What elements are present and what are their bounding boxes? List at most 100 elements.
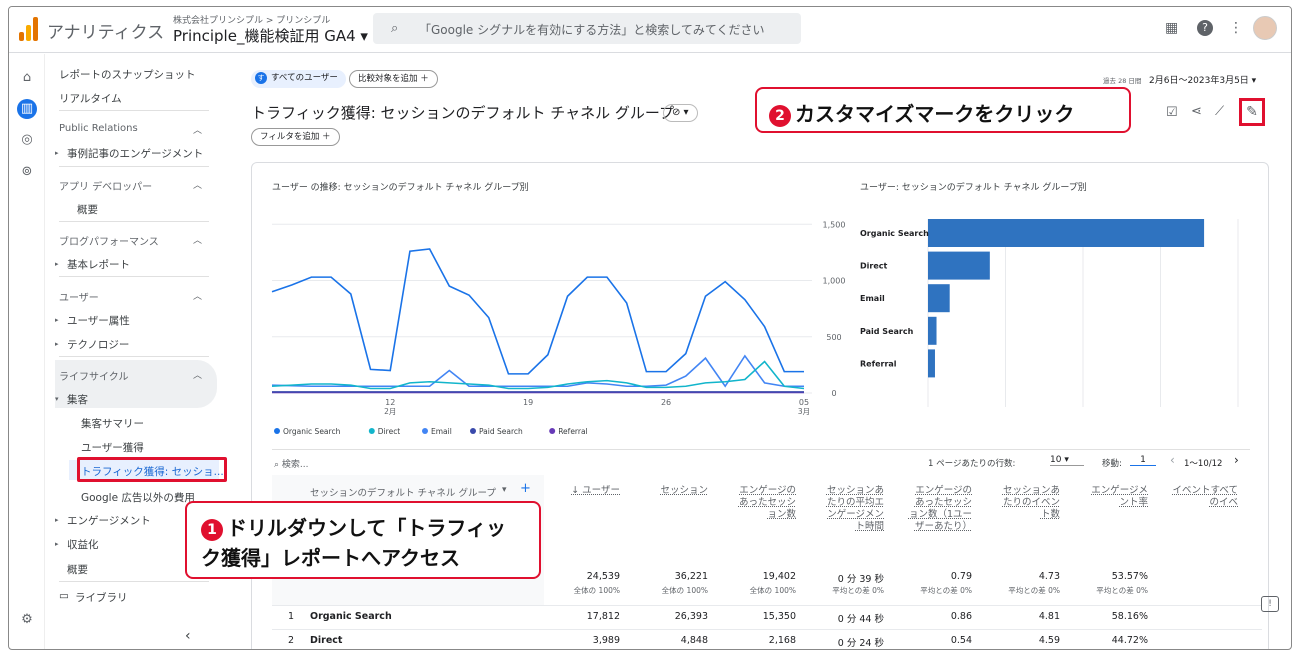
column-header[interactable]: エンゲージメント率 [1082, 485, 1148, 509]
chevron-up-icon[interactable]: ︿ [193, 233, 202, 246]
series-line [271, 248, 804, 375]
help-icon[interactable]: ? [1197, 20, 1213, 36]
dropdown-icon[interactable]: ▾ [502, 485, 507, 495]
add-dimension-button[interactable]: + [520, 481, 531, 496]
column-header[interactable]: イベントすべてのイベ [1172, 485, 1238, 509]
nav-engagement[interactable]: エンゲージメント [67, 513, 151, 528]
add-comparison-button[interactable]: 比較対象を追加 ＋ [349, 70, 438, 88]
nav-section-user[interactable]: ユーザー [59, 289, 99, 304]
reports-icon[interactable]: ▥ [17, 99, 37, 119]
legend-dot [368, 428, 375, 434]
column-header[interactable]: ↓ ユーザー [554, 485, 620, 497]
row-value: 58.16% [1111, 611, 1148, 622]
property-selector[interactable]: Principle_機能検証用 GA4 ▾ [173, 25, 368, 46]
avatar[interactable] [1253, 16, 1277, 40]
apps-grid-icon[interactable]: ▦ [1165, 20, 1178, 36]
row-value: 0 分 44 秒 [837, 614, 884, 625]
title-status-chip[interactable]: ⊘ ▾ [663, 104, 698, 122]
segment-chip[interactable]: すすべてのユーザー [251, 70, 346, 88]
nav-item[interactable]: ユーザー属性 [67, 313, 130, 328]
total-value: 0.79 [950, 571, 972, 582]
column-header[interactable]: セッションあたりの平均エンゲージメント時間 [818, 485, 884, 533]
add-filter-button[interactable]: フィルタを追加 ＋ [251, 128, 340, 146]
line-chart: 1,500 1,000 500 0 12 19 26 05 2月 3月 Organic Search… [271, 220, 845, 436]
row-value: 26,393 [674, 611, 708, 622]
nav-item[interactable]: 概要 [77, 202, 98, 217]
callout-step-2: 2 カスタマイズマークをクリック [755, 87, 1131, 133]
prev-page-icon[interactable]: ‹ [1170, 453, 1175, 467]
x-tick-label: 26 [661, 398, 671, 407]
bar [928, 219, 1205, 247]
expand-icon[interactable]: ▸ [55, 260, 59, 268]
pencil-icon[interactable]: ✎ [1239, 98, 1265, 126]
next-page-icon[interactable]: › [1234, 453, 1239, 467]
expand-icon[interactable]: ▸ [55, 340, 59, 348]
nav-section-blog[interactable]: ブログパフォーマンス [59, 233, 159, 248]
row-dimension[interactable]: Direct [310, 635, 342, 646]
more-vert-icon[interactable]: ⋮ [1229, 20, 1243, 36]
dimension-header[interactable]: セッションのデフォルト チャネル グループ [310, 485, 496, 499]
total-sub: 平均との差 0% [1008, 586, 1060, 595]
folder-icon[interactable]: ▭ [59, 590, 69, 602]
date-range-picker[interactable]: 2月6日～2023年3月5日 ▾ [1149, 73, 1256, 86]
column-header[interactable]: セッションあたりのイベント数 [994, 485, 1060, 521]
expand-icon[interactable]: ▸ [55, 540, 59, 548]
column-header[interactable]: エンゲージのあったセッション数（1ユーザーあたり） [906, 485, 972, 533]
legend-dot [549, 428, 556, 434]
category-label: Email [860, 294, 885, 303]
segment-icon: す [255, 72, 267, 84]
nav-library[interactable]: ライブラリ [75, 590, 128, 605]
collapse-icon[interactable]: ▾ [55, 395, 59, 403]
category-label: Direct [860, 262, 887, 271]
step-number: 2 [769, 104, 791, 127]
search-box[interactable]: ⌕ 「Google シグナルを有効にする方法」と検索してみてください [373, 13, 801, 44]
segment-label: すべてのユーザー [271, 73, 338, 83]
goto-input[interactable]: 1 [1130, 455, 1156, 466]
insights-icon[interactable]: ⟋ [1215, 104, 1224, 119]
column-header[interactable]: セッション [642, 485, 708, 497]
home-icon[interactable]: ⌂ [17, 68, 37, 88]
row-dimension[interactable]: Organic Search [310, 611, 392, 622]
expand-icon[interactable]: ▸ [55, 316, 59, 324]
divider [59, 110, 209, 111]
x-tick-label: 05 [799, 398, 809, 407]
expand-icon[interactable]: ▸ [55, 516, 59, 524]
nav-acq-summary[interactable]: 集客サマリー [81, 416, 144, 431]
x-tick-sublabel: 3月 [798, 407, 810, 416]
gear-icon[interactable]: ⚙ [17, 610, 37, 630]
customize-report-icon[interactable]: ☑ [1166, 105, 1178, 120]
nav-section-pr[interactable]: Public Relations [59, 123, 138, 134]
y-tick-label: 0 [831, 389, 836, 398]
chevron-up-icon[interactable]: ︿ [193, 289, 202, 302]
table-search[interactable]: ⌕ 検索... [274, 457, 309, 470]
nav-item-acquisition[interactable]: 集客 [67, 392, 88, 407]
collapse-nav-icon[interactable]: ‹ [185, 628, 191, 644]
nav-overview[interactable]: 概要 [67, 562, 88, 577]
total-sub: 平均との差 0% [832, 586, 884, 595]
nav-section-appdev[interactable]: アプリ デベロッパー [59, 178, 152, 193]
nav-user-acq[interactable]: ユーザー獲得 [81, 440, 144, 455]
chevron-up-icon[interactable]: ︿ [193, 368, 202, 381]
nav-item[interactable]: 基本レポート [67, 257, 130, 272]
feedback-icon[interactable]: ! [1261, 596, 1279, 612]
column-header[interactable]: エンゲージのあったセッション数 [730, 485, 796, 521]
nav-item[interactable]: 事例記事のエンゲージメント [67, 146, 203, 161]
nav-realtime[interactable]: リアルタイム [59, 91, 122, 106]
advertising-icon[interactable]: ⊚ [17, 162, 37, 182]
row-value: 0.54 [950, 635, 972, 646]
row-index: 1 [288, 611, 295, 622]
nav-snapshot[interactable]: レポートのスナップショット [59, 67, 196, 82]
rows-per-page-select[interactable]: 10 ▾ [1050, 455, 1084, 466]
share-icon[interactable]: ⋖ [1191, 104, 1202, 119]
nav-non-google-cost[interactable]: Google 広告以外の費用 [81, 490, 195, 505]
nav-monetization[interactable]: 収益化 [67, 537, 99, 552]
table-row[interactable]: 1 Organic Search 17,812 26,393 15,350 0 分 44 … [272, 605, 1262, 629]
chevron-up-icon[interactable]: ︿ [193, 123, 202, 136]
analytics-logo[interactable] [19, 17, 39, 41]
expand-icon[interactable]: ▸ [55, 149, 59, 157]
chevron-up-icon[interactable]: ︿ [193, 178, 202, 191]
nav-item[interactable]: テクノロジー [67, 337, 129, 352]
nav-section-lifecycle[interactable]: ライフサイクル [59, 368, 129, 383]
table-row[interactable]: 2 Direct 3,989 4,848 2,168 0 分 24 秒 0.54 4.59 44… [272, 629, 1262, 649]
explore-icon[interactable]: ◎ [17, 130, 37, 150]
